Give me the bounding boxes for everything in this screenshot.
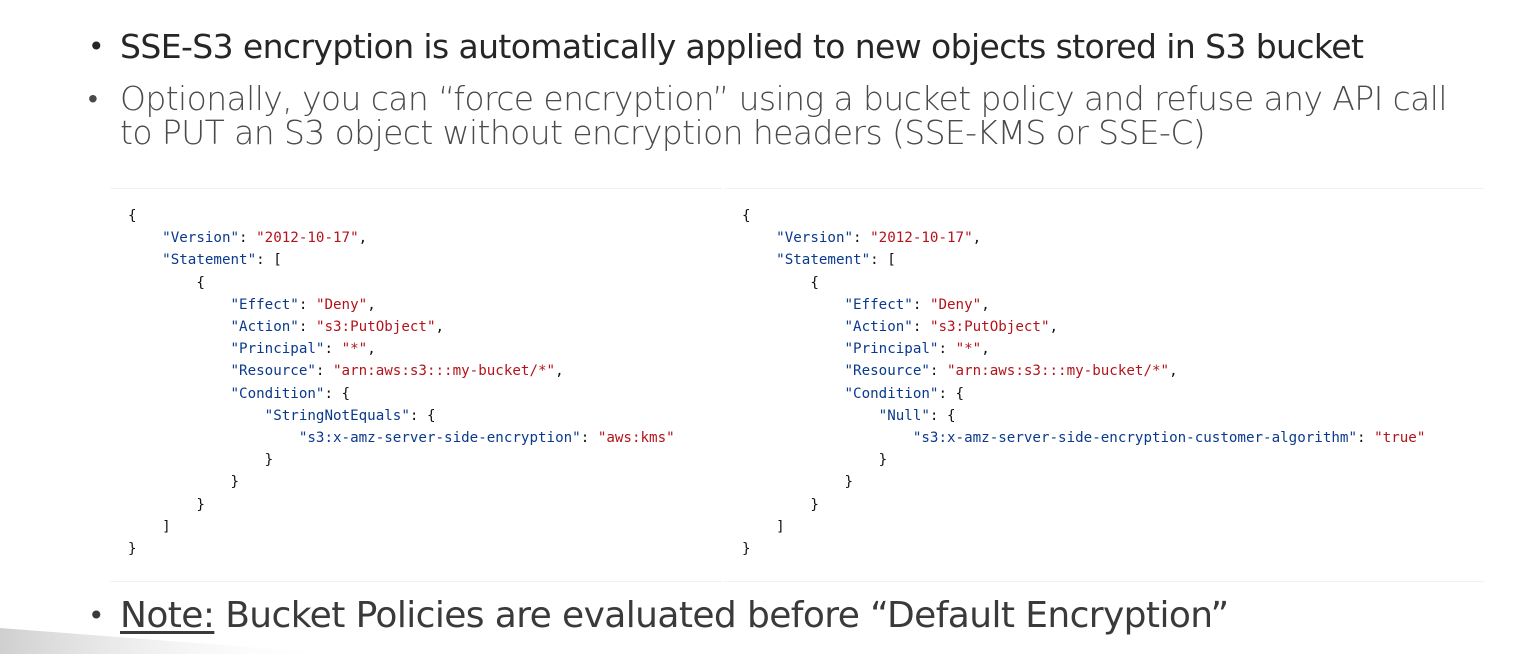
json-key: "Action": [230, 319, 299, 336]
json-key: "Condition": [844, 385, 939, 402]
json-policy-sse-c: { "Version": "2012-10-17", "Statement": …: [742, 208, 1426, 558]
json-key: "Effect": [844, 296, 913, 313]
json-key: "Resource": [844, 363, 930, 380]
bullet-dot: •: [88, 599, 105, 632]
json-string: "s3:PutObject": [315, 319, 436, 336]
note-label: Note:: [120, 595, 215, 636]
json-key: "Statement": [162, 252, 257, 269]
code-panel-sse-kms-policy: { "Version": "2012-10-17", "Statement": …: [110, 188, 722, 582]
json-key: "Principal": [844, 341, 939, 358]
code-panel-sse-c-policy: { "Version": "2012-10-17", "Statement": …: [724, 188, 1484, 582]
bullet-text: Optionally, you can “force encryption” u…: [120, 82, 1448, 152]
json-string: "2012-10-17": [870, 230, 973, 247]
json-key: "Null": [878, 407, 930, 424]
json-string: "aws:kms": [597, 430, 675, 447]
bullet-sse-s3-default: • SSE-S3 encryption is automatically app…: [88, 26, 1364, 68]
note-text: Bucket Policies are evaluated before “De…: [214, 595, 1229, 636]
bullet-dot: •: [88, 30, 105, 63]
json-key: "Effect": [230, 296, 299, 313]
bullet-text-line2: to PUT an S3 object without encryption h…: [120, 113, 1206, 152]
json-key: "Condition": [230, 385, 325, 402]
json-key: "Resource": [230, 363, 316, 380]
json-key: "s3:x-amz-server-side-encryption-custome…: [912, 430, 1358, 447]
json-key: "StringNotEquals": [264, 407, 410, 424]
json-string: "2012-10-17": [256, 230, 359, 247]
bullet-text: SSE-S3 encryption is automatically appli…: [120, 27, 1364, 66]
json-string: "s3:PutObject": [929, 319, 1050, 336]
json-string: "true": [1374, 430, 1426, 447]
json-key: "Version": [162, 230, 240, 247]
json-policy-sse-kms: { "Version": "2012-10-17", "Statement": …: [128, 208, 675, 558]
bullet-dot: •: [88, 82, 98, 115]
json-string: "Deny": [315, 296, 368, 313]
json-string: "*": [341, 341, 368, 358]
json-string: "Deny": [929, 296, 982, 313]
json-key: "Statement": [776, 252, 871, 269]
json-string: "*": [955, 341, 982, 358]
bullet-note: • Note: Bucket Policies are evaluated be…: [88, 593, 1229, 639]
json-string: "arn:aws:s3:::my-bucket/*": [947, 363, 1170, 380]
json-key: "Action": [844, 319, 913, 336]
json-string: "arn:aws:s3:::my-bucket/*": [333, 363, 556, 380]
bullet-text: Note: Bucket Policies are evaluated befo…: [120, 593, 1229, 639]
json-key: "s3:x-amz-server-side-encryption": [298, 430, 581, 447]
bullet-force-encryption: • Optionally, you can “force encryption”…: [88, 82, 1508, 150]
json-key: "Principal": [230, 341, 325, 358]
json-key: "Version": [776, 230, 854, 247]
